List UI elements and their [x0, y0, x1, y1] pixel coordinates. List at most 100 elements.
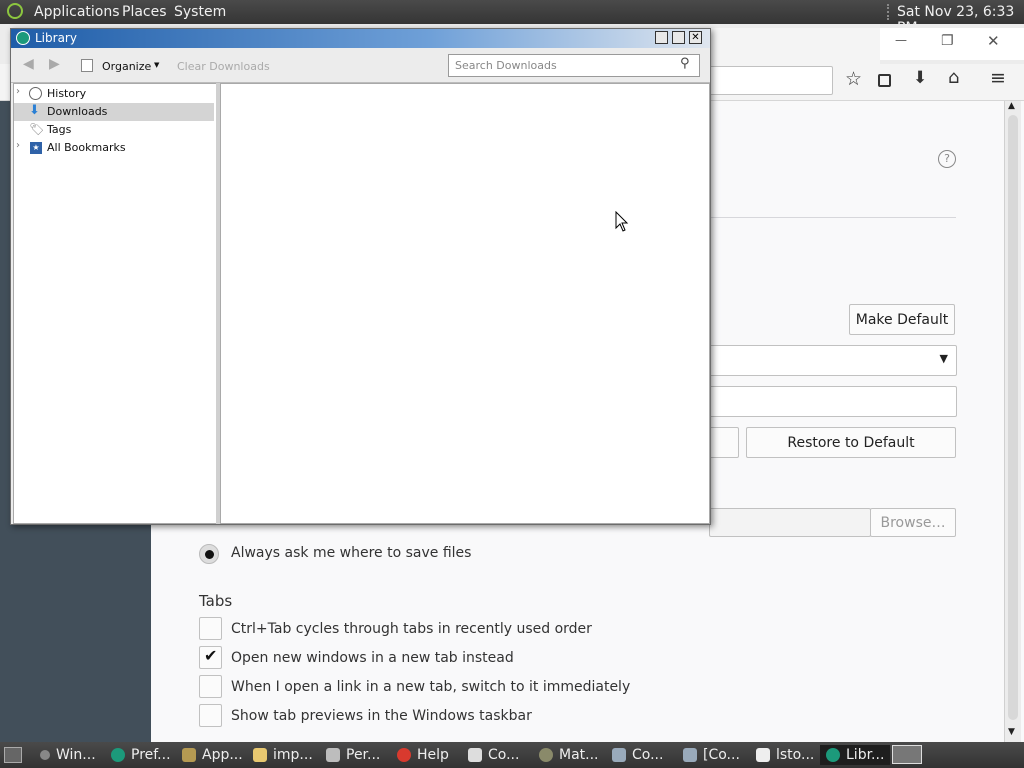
- task-button[interactable]: imp...: [253, 745, 313, 765]
- monitor-icon: [683, 748, 697, 762]
- forward-arrow-icon[interactable]: ▶: [49, 56, 60, 72]
- task-button[interactable]: Mat...: [539, 745, 599, 765]
- restore-to-default-button[interactable]: Restore to Default: [746, 427, 956, 458]
- tree-item-all-bookmarks[interactable]: › ★ All Bookmarks: [14, 139, 214, 157]
- help-icon[interactable]: ?: [938, 150, 956, 168]
- browser-icon: [111, 748, 125, 762]
- radio-dot-icon: [205, 550, 214, 559]
- taskbar: Win... Pref... App... imp... Per... Help…: [0, 742, 1024, 768]
- tabs-heading: Tabs: [199, 592, 233, 610]
- expand-arrow-icon[interactable]: ›: [16, 86, 20, 97]
- checkbox-label[interactable]: Open new windows in a new tab instead: [231, 650, 514, 666]
- task-button[interactable]: Help: [397, 745, 449, 765]
- scrollbar-thumb[interactable]: [1008, 115, 1018, 720]
- mate-icon: [539, 748, 553, 762]
- tree-item-downloads[interactable]: ⬇ Downloads: [14, 103, 214, 121]
- checkbox-tab-previews[interactable]: [199, 704, 222, 727]
- browse-button[interactable]: Browse…: [870, 508, 956, 537]
- library-toolbar: ◀ ▶ Organize ▼ Clear Downloads Search Do…: [11, 48, 710, 83]
- task-button[interactable]: Co...: [468, 745, 519, 765]
- checkbox-open-new-windows[interactable]: ✔: [199, 646, 222, 669]
- search-placeholder: Search Downloads: [455, 59, 557, 72]
- show-desktop-icon[interactable]: [4, 747, 22, 763]
- close-icon[interactable]: ✕: [689, 31, 702, 44]
- task-button[interactable]: Pref...: [111, 745, 171, 765]
- system-menu[interactable]: System: [174, 4, 226, 20]
- window-icon: [40, 750, 50, 760]
- make-default-button[interactable]: Make Default: [849, 304, 955, 335]
- download-arrow-icon: ⬇: [29, 103, 40, 118]
- mouse-cursor-icon: [615, 211, 629, 232]
- restore-icon[interactable]: ❐: [941, 33, 954, 49]
- partial-button[interactable]: [709, 427, 739, 458]
- home-icon[interactable]: ⌂: [948, 67, 959, 88]
- checkbox-label[interactable]: Show tab previews in the Windows taskbar: [231, 708, 532, 724]
- task-button[interactable]: App...: [182, 745, 243, 765]
- scroll-up-icon[interactable]: ▲: [1008, 101, 1015, 111]
- tag-icon: 🏷: [29, 122, 45, 136]
- clock-icon: [29, 87, 42, 100]
- expand-arrow-icon[interactable]: ›: [16, 140, 20, 151]
- clear-downloads-button[interactable]: Clear Downloads: [177, 60, 270, 73]
- bookmarks-star-icon: ★: [30, 142, 42, 154]
- chevron-down-icon: ▼: [939, 352, 948, 365]
- tree-item-tags[interactable]: 🏷 Tags: [14, 121, 214, 139]
- text-field[interactable]: [709, 386, 957, 417]
- distro-logo-icon[interactable]: [7, 3, 23, 19]
- task-button[interactable]: lsto...: [756, 745, 814, 765]
- maximize-icon[interactable]: [672, 31, 685, 44]
- checkbox-label[interactable]: When I open a link in a new tab, switch …: [231, 679, 630, 695]
- window-icon: [756, 748, 770, 762]
- bookmark-star-icon[interactable]: ☆: [845, 68, 862, 90]
- reading-list-icon[interactable]: [878, 74, 891, 87]
- minimize-icon[interactable]: —: [895, 33, 907, 47]
- vertical-scrollbar[interactable]: ▲ ▼: [1004, 101, 1021, 742]
- task-button[interactable]: Per...: [326, 745, 380, 765]
- library-titlebar[interactable]: Library ✕: [11, 29, 710, 48]
- scroll-down-icon[interactable]: ▼: [1008, 727, 1015, 737]
- default-dropdown[interactable]: ▼: [709, 345, 957, 376]
- checkbox-switch-to-tab[interactable]: [199, 675, 222, 698]
- always-ask-label[interactable]: Always ask me where to save files: [231, 545, 471, 561]
- lifebuoy-icon: [397, 748, 411, 762]
- app-icon: [182, 748, 196, 762]
- hamburger-menu-icon[interactable]: ≡: [990, 67, 1006, 89]
- minimize-icon[interactable]: [655, 31, 668, 44]
- search-downloads-input[interactable]: Search Downloads ⚲: [448, 54, 700, 77]
- workspace-switcher[interactable]: [892, 745, 922, 764]
- checkmark-icon: ✔: [204, 646, 218, 665]
- tree-item-label: Downloads: [47, 105, 108, 118]
- terminal-icon: [468, 748, 482, 762]
- places-menu[interactable]: Places: [122, 4, 167, 20]
- checkbox-ctrl-tab[interactable]: [199, 617, 222, 640]
- task-button[interactable]: [Co...: [683, 745, 740, 765]
- task-button-active[interactable]: Libr...: [820, 745, 891, 765]
- tree-item-history[interactable]: › History: [14, 85, 214, 103]
- applications-menu[interactable]: Applications: [34, 4, 120, 20]
- header-divider: [709, 217, 956, 218]
- library-tree-pane: › History ⬇ Downloads 🏷 Tags › ★ All Boo…: [13, 83, 217, 524]
- task-button[interactable]: Win...: [40, 745, 96, 765]
- tree-item-label: All Bookmarks: [47, 141, 126, 154]
- editor-icon: [253, 748, 267, 762]
- back-arrow-icon[interactable]: ◀: [23, 56, 34, 72]
- panel-separator-icon: [887, 4, 891, 20]
- task-button[interactable]: Co...: [612, 745, 663, 765]
- library-title: Library: [35, 31, 77, 45]
- checkbox-label[interactable]: Ctrl+Tab cycles through tabs in recently…: [231, 621, 592, 637]
- tree-item-label: Tags: [47, 123, 72, 136]
- top-panel: Applications Places System Sat Nov 23, 6…: [0, 0, 1024, 36]
- downloads-arrow-icon[interactable]: ⬇: [913, 68, 927, 88]
- monitor-icon: [612, 748, 626, 762]
- library-window: Library ✕ ◀ ▶ Organize ▼ Clear Downloads…: [10, 28, 711, 525]
- radio-selected[interactable]: [199, 544, 219, 564]
- organize-icon: [81, 59, 93, 72]
- close-icon[interactable]: ✕: [987, 32, 1000, 50]
- folder-icon: [326, 748, 340, 762]
- downloads-list-pane: [220, 83, 710, 524]
- search-icon[interactable]: ⚲: [680, 56, 690, 71]
- browser-logo-icon: [16, 31, 30, 45]
- organize-button[interactable]: Organize: [102, 60, 151, 73]
- url-bar[interactable]: [700, 66, 833, 95]
- tab-strip-active: [710, 28, 880, 64]
